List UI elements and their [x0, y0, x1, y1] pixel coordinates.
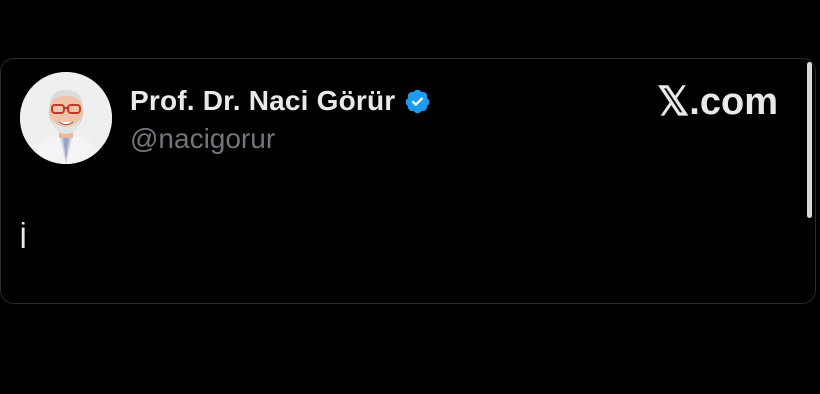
x-logo-icon: 𝕏 [657, 80, 690, 124]
x-com-brand[interactable]: 𝕏 .com [657, 79, 778, 125]
author-avatar[interactable] [20, 72, 112, 164]
scrollbar-thumb[interactable] [807, 62, 812, 218]
author-name[interactable]: Prof. Dr. Naci Görür [130, 85, 395, 117]
post-text: İ [19, 222, 28, 255]
author-handle[interactable]: @nacigorur [130, 123, 275, 155]
post-card[interactable]: Prof. Dr. Naci Görür @nacigorur 𝕏 .com İ [0, 58, 816, 304]
avatar-photo [20, 72, 112, 164]
author-name-row[interactable]: Prof. Dr. Naci Görür [130, 83, 431, 119]
scrollbar[interactable] [805, 59, 815, 303]
brand-domain: .com [689, 80, 778, 123]
verified-badge-icon [404, 88, 431, 115]
